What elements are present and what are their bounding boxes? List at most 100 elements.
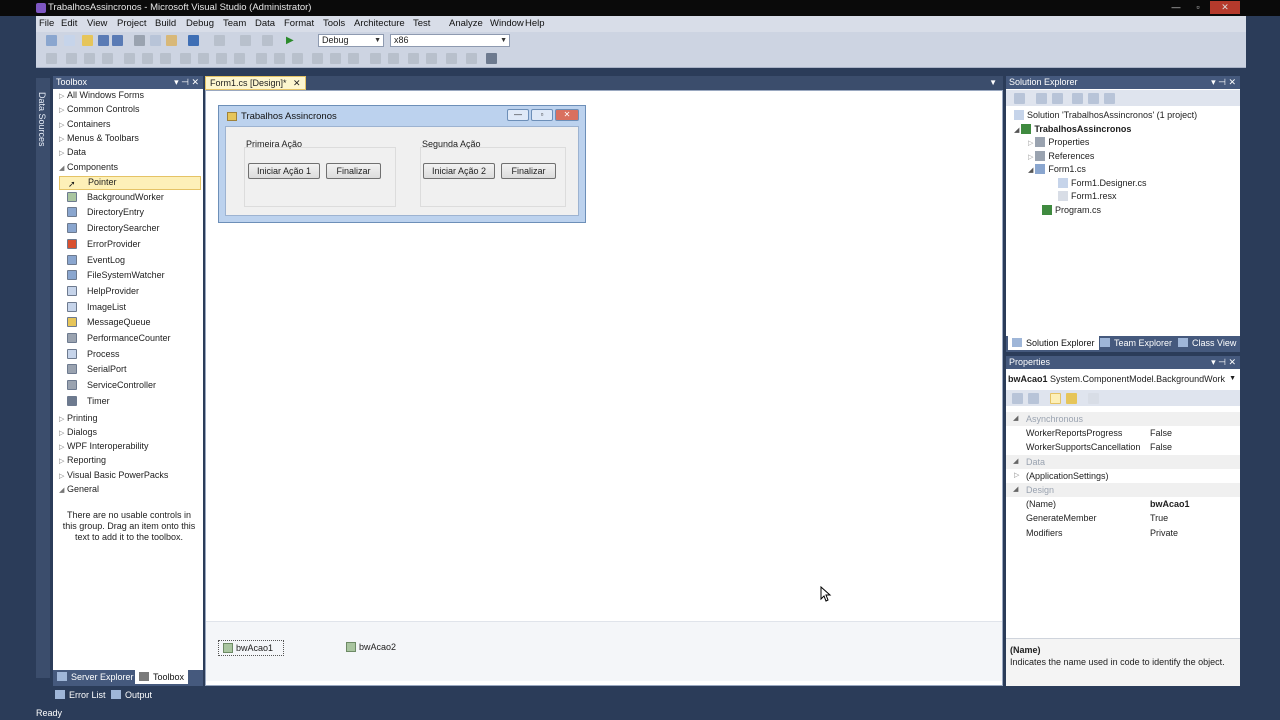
save-all-icon[interactable] <box>112 35 123 46</box>
iniciar-acao-1-button[interactable]: Iniciar Ação 1 <box>248 163 320 179</box>
designer-form[interactable]: Trabalhos Assincronos — ▫ ✕ Primeira Açã… <box>218 105 586 223</box>
toolbox-item-filesystemwatcher[interactable]: FileSystemWatcher <box>67 270 165 281</box>
toolbox-item-timer[interactable]: Timer <box>67 395 110 406</box>
toolbox-group[interactable]: ▷ Data <box>59 147 86 157</box>
toolbox-item-backgroundworker[interactable]: BackgroundWorker <box>67 191 164 202</box>
pin-icon[interactable]: ▾ ⊣ ✕ <box>1211 76 1236 89</box>
events-lightning-icon[interactable] <box>1066 393 1077 404</box>
property-category[interactable]: ◢ Asynchronous <box>1006 412 1240 426</box>
toolbox-group[interactable]: ▷ Printing <box>59 413 98 423</box>
toolbox-item-servicecontroller[interactable]: ServiceController <box>67 380 156 391</box>
remove-vertical-spacing-icon[interactable] <box>348 53 359 64</box>
send-to-back-icon[interactable] <box>426 53 437 64</box>
refresh-icon[interactable] <box>1052 93 1063 104</box>
property-row[interactable]: WorkerSupportsCancellation False <box>1006 440 1240 454</box>
form-designer-surface[interactable]: Trabalhos Assincronos — ▫ ✕ Primeira Açã… <box>205 90 1003 686</box>
menu-item-architecture[interactable]: Architecture <box>354 18 405 29</box>
toolbox-item-imagelist[interactable]: ImageList <box>67 301 126 312</box>
expanded-icon[interactable]: ◢ <box>1028 167 1035 174</box>
collapsed-icon[interactable]: ▷ <box>59 135 67 143</box>
object-selector[interactable]: bwAcao1 System.ComponentModel.Background… <box>1008 372 1238 386</box>
collapsed-icon[interactable]: ▷ <box>1014 469 1019 483</box>
menu-item-file[interactable]: File <box>39 18 54 29</box>
collapsed-icon[interactable]: ▷ <box>59 472 67 480</box>
expanded-icon[interactable]: ◢ <box>59 486 67 494</box>
toolbox-group[interactable]: ▷ WPF Interoperability <box>59 441 149 451</box>
collapsed-icon[interactable]: ▷ <box>59 443 67 451</box>
expanded-icon[interactable]: ◢ <box>1014 127 1021 134</box>
menu-item-build[interactable]: Build <box>155 18 176 29</box>
close-icon[interactable]: ✕ <box>293 77 301 89</box>
property-row[interactable]: Modifiers Private <box>1006 526 1240 540</box>
expanded-icon[interactable]: ◢ <box>1013 483 1018 497</box>
toolbox-item-performancecounter[interactable]: PerformanceCounter <box>67 333 171 343</box>
navigate-back-icon[interactable] <box>240 35 251 46</box>
menu-item-tools[interactable]: Tools <box>323 18 345 29</box>
collapsed-icon[interactable]: ▷ <box>59 429 67 437</box>
view-designer-icon[interactable] <box>1088 93 1099 104</box>
tree-form1[interactable]: ◢ Form1.cs <box>1028 164 1086 174</box>
error-list-tab[interactable]: Error List <box>55 690 106 700</box>
property-category[interactable]: ◢ Design <box>1006 483 1240 497</box>
menu-item-data[interactable]: Data <box>255 18 275 29</box>
equal-vertical-spacing-icon[interactable] <box>330 53 341 64</box>
align-rights-icon[interactable] <box>102 53 113 64</box>
tab-order-icon[interactable] <box>446 53 457 64</box>
make-same-width-icon[interactable] <box>180 53 191 64</box>
collapsed-icon[interactable]: ▷ <box>59 106 67 114</box>
maximize-button[interactable]: ▫ <box>1188 1 1208 14</box>
properties-icon[interactable] <box>1036 93 1047 104</box>
menu-item-debug[interactable]: Debug <box>186 18 214 29</box>
open-file-icon[interactable] <box>82 35 93 46</box>
expanded-icon[interactable]: ◢ <box>1013 455 1018 469</box>
alphabetical-icon[interactable] <box>1028 393 1039 404</box>
toolbox-item-helpprovider[interactable]: HelpProvider <box>67 285 139 296</box>
add-item-icon[interactable] <box>64 35 75 46</box>
tree-program[interactable]: Program.cs <box>1042 205 1101 215</box>
lock-controls-icon[interactable] <box>466 53 477 64</box>
align-tops-icon[interactable] <box>124 53 135 64</box>
tab-class-view[interactable]: Class View <box>1178 338 1236 348</box>
pin-icon[interactable]: ▾ ⊣ ✕ <box>1211 356 1236 369</box>
collapsed-icon[interactable]: ▷ <box>59 121 67 129</box>
collapsed-icon[interactable]: ▷ <box>59 92 67 100</box>
property-row[interactable]: (Name) bwAcao1 <box>1006 497 1240 511</box>
vertical-spacing-icon[interactable] <box>312 53 323 64</box>
property-row[interactable]: ▷ (ApplicationSettings) <box>1006 469 1240 483</box>
size-to-grid-icon[interactable] <box>234 53 245 64</box>
toolbox-group[interactable]: ▷ Common Controls <box>59 104 140 114</box>
align-lefts-icon[interactable] <box>66 53 77 64</box>
tree-references[interactable]: ▷ References <box>1028 151 1094 161</box>
align-centers-icon[interactable] <box>84 53 95 64</box>
toolbox-group[interactable]: ▷ Dialogs <box>59 427 97 437</box>
property-value[interactable]: bwAcao1 <box>1150 497 1190 511</box>
paste-icon[interactable] <box>166 35 177 46</box>
align-middles-icon[interactable] <box>142 53 153 64</box>
increase-spacing-icon[interactable] <box>274 53 285 64</box>
toolbox-group-components[interactable]: ◢ Components <box>59 162 118 172</box>
save-icon[interactable] <box>98 35 109 46</box>
expanded-icon[interactable]: ◢ <box>59 164 67 172</box>
menu-item-analyze[interactable]: Analyze <box>449 18 483 29</box>
property-row[interactable]: WorkerReportsProgress False <box>1006 426 1240 440</box>
collapsed-icon[interactable]: ▷ <box>59 457 67 465</box>
toolbar-options-icon[interactable] <box>486 53 497 64</box>
tree-solution[interactable]: Solution 'TrabalhosAssincronos' (1 proje… <box>1014 110 1197 120</box>
tree-form1-designer[interactable]: Form1.Designer.cs <box>1058 178 1147 188</box>
horizontal-spacing-icon[interactable] <box>256 53 267 64</box>
view-code-icon[interactable] <box>1072 93 1083 104</box>
toolbox-group-general[interactable]: ◢ General <box>59 484 99 494</box>
expanded-icon[interactable]: ◢ <box>1013 412 1018 426</box>
tab-form1-design[interactable]: Form1.cs [Design]* ✕ <box>205 76 306 90</box>
iniciar-acao-2-button[interactable]: Iniciar Ação 2 <box>423 163 495 179</box>
collapsed-icon[interactable]: ▷ <box>59 415 67 423</box>
toolbox-group[interactable]: ▷ Reporting <box>59 455 106 465</box>
collapsed-icon[interactable]: ▷ <box>1028 140 1035 147</box>
toolbox-item-pointer[interactable]: ➚ Pointer <box>59 176 201 190</box>
output-tab[interactable]: Output <box>111 690 152 700</box>
align-bottoms-icon[interactable] <box>160 53 171 64</box>
toolbox-item-directoryentry[interactable]: DirectoryEntry <box>67 207 144 218</box>
copy-icon[interactable] <box>150 35 161 46</box>
undo-icon[interactable] <box>188 35 199 46</box>
property-value[interactable]: False <box>1150 440 1172 454</box>
